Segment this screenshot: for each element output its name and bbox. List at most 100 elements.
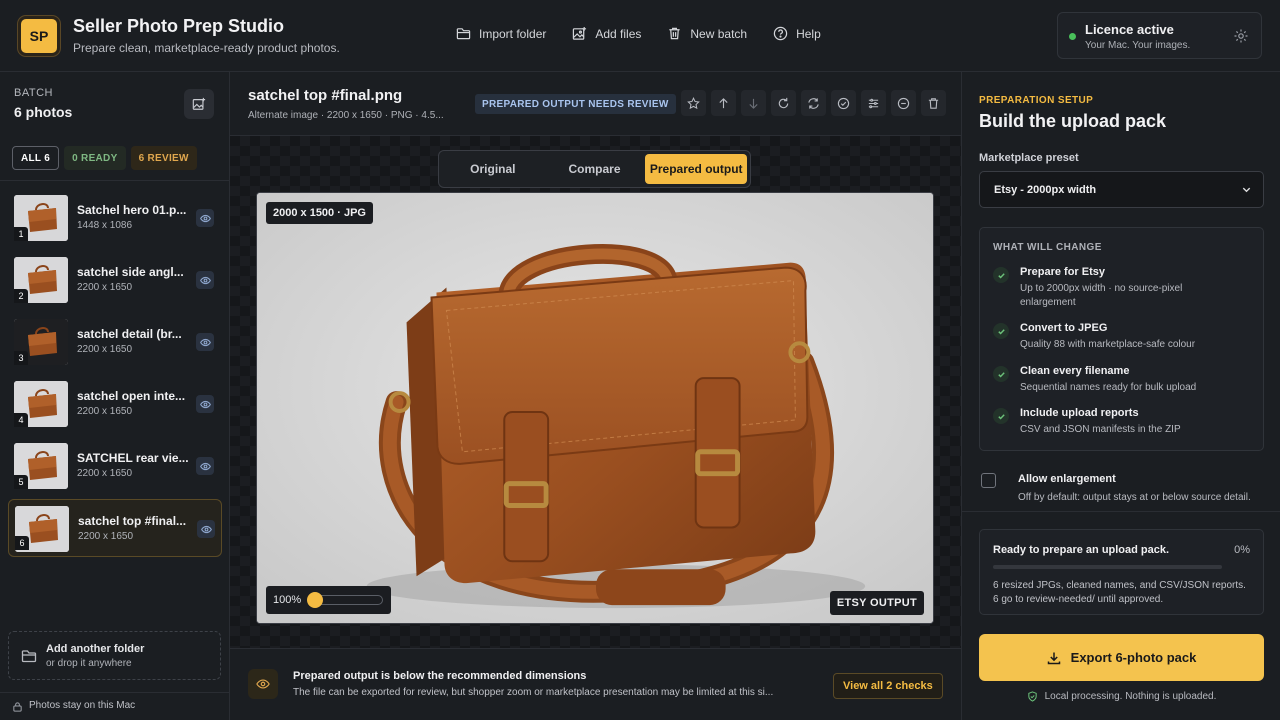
help-icon: [773, 26, 788, 41]
filter-all[interactable]: ALL 6: [12, 146, 60, 170]
file-list-item[interactable]: 1 Satchel hero 01.p... 1448 x 1086: [8, 189, 222, 247]
divider: [962, 511, 1280, 512]
eye-icon[interactable]: [197, 520, 215, 538]
image-meta: Alternate image · 2200 x 1650 · PNG · 4.…: [248, 110, 444, 121]
changes-card: WHAT WILL CHANGE Prepare for Etsy Up to 2…: [979, 227, 1264, 451]
check-icon: [993, 323, 1009, 339]
file-dimensions: 2200 x 1650: [77, 282, 133, 293]
check-icon: [993, 267, 1009, 283]
view-mode-tabs: Original Compare Prepared output: [438, 150, 751, 188]
folder-icon: [21, 650, 37, 663]
gear-icon[interactable]: [1233, 28, 1249, 44]
add-folder-dropzone[interactable]: Add another folder or drop it anywhere: [8, 631, 221, 680]
import-folder-label: Import folder: [479, 26, 547, 41]
change-subtitle: Up to 2000px width · no source-pixel enl…: [1020, 283, 1183, 308]
add-image-icon: [192, 97, 206, 110]
tab-compare[interactable]: Compare: [544, 154, 646, 184]
help-label: Help: [796, 26, 821, 41]
minus-circle-icon: [897, 97, 910, 109]
file-dimensions: 2200 x 1650: [77, 344, 133, 355]
output-size-tag: 2000 x 1500 · JPG: [266, 202, 373, 224]
check-icon: [993, 408, 1009, 424]
warning-title: Prepared output is below the recommended…: [293, 670, 587, 682]
dimension-warning: Prepared output is below the recommended…: [230, 648, 961, 720]
eye-icon[interactable]: [196, 209, 214, 227]
move-up-button[interactable]: [711, 90, 736, 116]
file-list-item[interactable]: 5 SATCHEL rear vie... 2200 x 1650: [8, 437, 222, 495]
eye-icon[interactable]: [196, 333, 214, 351]
file-list-item[interactable]: 2 satchel side angl... 2200 x 1650: [8, 251, 222, 309]
move-down-button[interactable]: [741, 90, 766, 116]
preview-toolbar: satchel top #final.png Alternate image ·…: [230, 72, 961, 136]
change-subtitle: Quality 88 with marketplace-safe colour: [1020, 339, 1196, 350]
rotate-icon: [778, 97, 789, 108]
eye-icon[interactable]: [196, 457, 214, 475]
image-tools: [681, 90, 946, 116]
tab-original[interactable]: Original: [442, 154, 544, 184]
file-list-item[interactable]: 3 satchel detail (br... 2200 x 1650: [8, 313, 222, 371]
output-badge: ETSY OUTPUT: [829, 591, 924, 615]
check-icon: [993, 366, 1009, 382]
filter-ready[interactable]: 0 READY: [64, 146, 126, 170]
panel-title: Build the upload pack: [979, 111, 1167, 131]
new-batch-button[interactable]: New batch: [667, 26, 747, 41]
help-button[interactable]: Help: [773, 26, 821, 41]
reprocess-button[interactable]: [801, 90, 826, 116]
file-name: satchel open inte...: [77, 389, 186, 403]
favorite-button[interactable]: [681, 90, 706, 116]
change-title: Clean every filename: [1020, 365, 1130, 377]
privacy-note: Photos stay on this Mac: [29, 700, 136, 711]
eye-icon[interactable]: [196, 271, 214, 289]
lock-icon: [13, 702, 22, 712]
eye-icon[interactable]: [196, 395, 214, 413]
change-subtitle: Sequential names ready for bulk upload: [1020, 382, 1197, 393]
zoom-slider-thumb[interactable]: [307, 592, 323, 608]
preset-value: Etsy - 2000px width: [994, 184, 1097, 196]
add-image-icon: [573, 26, 587, 40]
arrow-down-icon: [749, 98, 758, 109]
add-files-button[interactable]: Add files: [572, 26, 641, 41]
warning-subtitle: The file can be exported for review, but…: [293, 687, 774, 698]
file-dimensions: 2200 x 1650: [78, 531, 134, 542]
exclude-button[interactable]: [891, 90, 916, 116]
ready-card: Ready to prepare an upload pack. 0% 6 re…: [979, 529, 1264, 615]
check-circle-icon: [837, 97, 850, 109]
file-list-item[interactable]: 6 satchel top #final... 2200 x 1650: [8, 499, 222, 557]
preset-label: Marketplace preset: [979, 152, 1079, 164]
star-icon: [687, 96, 700, 109]
eye-icon: [248, 669, 278, 699]
allow-enlargement-checkbox[interactable]: [981, 473, 996, 488]
export-label: Export 6-photo pack: [1070, 650, 1197, 665]
changes-heading: WHAT WILL CHANGE: [993, 242, 1102, 253]
trash-icon: [669, 27, 681, 40]
status-badge: PREPARED OUTPUT NEEDS REVIEW: [475, 94, 676, 114]
licence-subtitle: Your Mac. Your images.: [1085, 40, 1191, 51]
adjustments-button[interactable]: [861, 90, 886, 116]
export-button[interactable]: Export 6-photo pack: [979, 634, 1264, 681]
shield-check-icon: [1027, 691, 1037, 702]
ready-subtitle: 6 resized JPGs, cleaned names, and CSV/J…: [993, 580, 1246, 605]
refresh-icon: [808, 97, 819, 109]
change-title: Convert to JPEG: [1020, 322, 1108, 334]
header-actions: Import folder Add files New batch Help: [456, 26, 847, 41]
approve-button[interactable]: [831, 90, 856, 116]
ready-percent: 0%: [1234, 544, 1250, 556]
tab-prepared-output[interactable]: Prepared output: [645, 154, 748, 184]
rotate-button[interactable]: [771, 90, 796, 116]
delete-button[interactable]: [921, 90, 946, 116]
import-folder-button[interactable]: Import folder: [456, 26, 546, 41]
add-folder-title: Add another folder: [46, 643, 145, 655]
batch-add-button[interactable]: [184, 89, 214, 119]
file-dimensions: 1448 x 1086: [77, 220, 133, 231]
file-name: Satchel hero 01.p...: [77, 203, 187, 217]
trash-icon: [928, 97, 939, 109]
file-number: 1: [14, 227, 28, 241]
panel-eyebrow: PREPARATION SETUP: [979, 95, 1094, 106]
add-files-label: Add files: [595, 26, 642, 41]
file-list-item[interactable]: 4 satchel open inte... 2200 x 1650: [8, 375, 222, 433]
marketplace-preset-select[interactable]: Etsy - 2000px width: [979, 171, 1264, 208]
view-checks-button[interactable]: View all 2 checks: [833, 673, 943, 699]
filter-review[interactable]: 6 REVIEW: [130, 146, 197, 170]
folder-icon: [456, 28, 471, 40]
batch-sidebar: BATCH 6 photos ALL 6 0 READY 6 REVIEW 1 S…: [0, 72, 230, 720]
